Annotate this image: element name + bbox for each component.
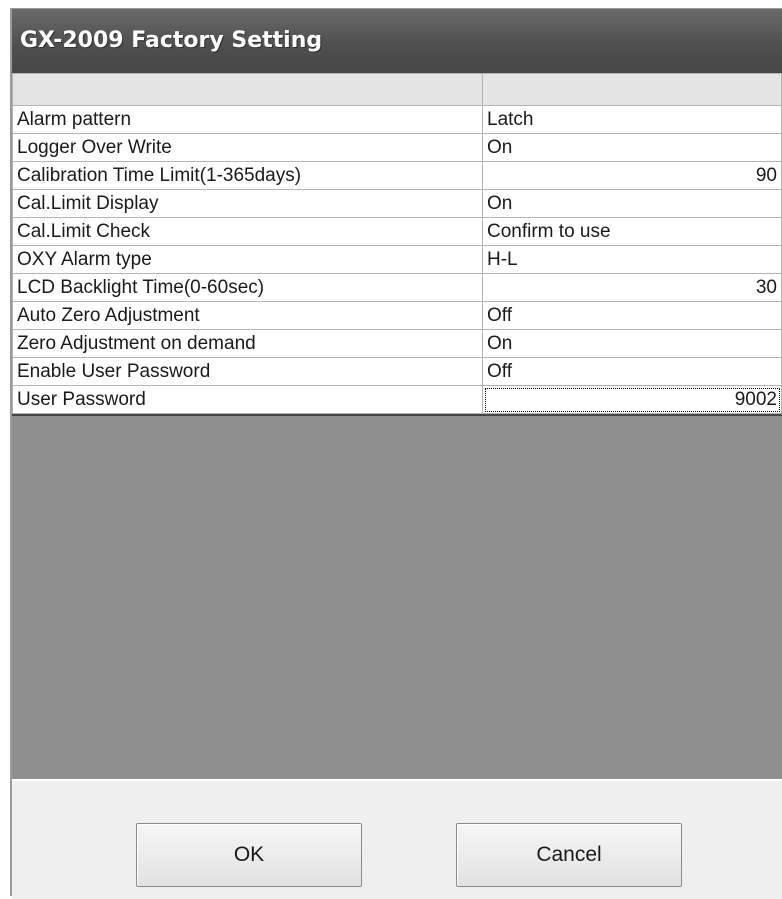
setting-name-cell: Calibration Time Limit(1-365days) — [12, 161, 483, 190]
setting-row[interactable]: Logger Over Write On — [12, 133, 782, 162]
cancel-button[interactable]: Cancel — [456, 823, 682, 887]
grid-bottom-border — [12, 414, 782, 416]
setting-row[interactable]: Auto Zero Adjustment Off — [12, 301, 782, 330]
grid-header-row — [12, 73, 782, 106]
setting-row[interactable]: Zero Adjustment on demand On — [12, 329, 782, 358]
setting-value-cell[interactable]: 90 — [482, 161, 782, 190]
setting-row[interactable]: Calibration Time Limit(1-365days) 90 — [12, 161, 782, 190]
setting-row[interactable]: Alarm pattern Latch — [12, 105, 782, 134]
grid-header-name-cell — [12, 73, 483, 106]
factory-setting-dialog: GX-2009 Factory Setting Alarm pattern Lat… — [10, 8, 782, 899]
ok-button[interactable]: OK — [136, 823, 362, 887]
setting-row[interactable]: OXY Alarm type H-L — [12, 245, 782, 274]
setting-row[interactable]: Cal.Limit Display On — [12, 189, 782, 218]
setting-value-cell[interactable]: On — [482, 133, 782, 162]
setting-value-cell[interactable]: H-L — [482, 245, 782, 274]
setting-value-cell[interactable]: Confirm to use — [482, 217, 782, 246]
settings-grid: Alarm pattern Latch Logger Over Write On Cal… — [12, 73, 782, 414]
setting-name-cell: User Password — [12, 385, 483, 414]
grid-header-value-cell — [482, 73, 782, 106]
setting-row[interactable]: Enable User Password Off — [12, 357, 782, 386]
setting-name-cell: Alarm pattern — [12, 105, 483, 134]
setting-value-cell[interactable]: On — [482, 189, 782, 218]
setting-value-cell[interactable]: On — [482, 329, 782, 358]
setting-value-cell[interactable]: 30 — [482, 273, 782, 302]
setting-name-cell: LCD Backlight Time(0-60sec) — [12, 273, 483, 302]
setting-row[interactable]: User Password 9002 — [12, 385, 782, 414]
setting-name-cell: Logger Over Write — [12, 133, 483, 162]
setting-value-cell[interactable]: Off — [482, 301, 782, 330]
setting-name-cell: Cal.Limit Display — [12, 189, 483, 218]
setting-row[interactable]: Cal.Limit Check Confirm to use — [12, 217, 782, 246]
setting-name-cell: Auto Zero Adjustment — [12, 301, 483, 330]
button-bar: OK Cancel — [12, 779, 782, 899]
setting-value-cell[interactable]: 9002 — [482, 385, 782, 414]
setting-name-cell: Zero Adjustment on demand — [12, 329, 483, 358]
setting-row[interactable]: LCD Backlight Time(0-60sec) 30 — [12, 273, 782, 302]
setting-name-cell: Enable User Password — [12, 357, 483, 386]
setting-value-cell[interactable]: Off — [482, 357, 782, 386]
setting-value-cell[interactable]: Latch — [482, 105, 782, 134]
dialog-title: GX-2009 Factory Setting — [12, 9, 782, 73]
settings-grid-area: Alarm pattern Latch Logger Over Write On Cal… — [12, 73, 782, 779]
setting-name-cell: Cal.Limit Check — [12, 217, 483, 246]
setting-name-cell: OXY Alarm type — [12, 245, 483, 274]
